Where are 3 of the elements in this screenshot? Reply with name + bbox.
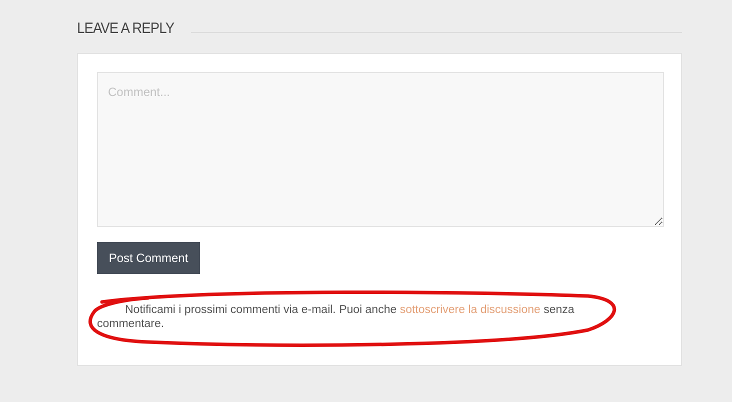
subscription-notice: Notificami i prossimi commenti via e-mail. Puoi anche sottoscrivere la discussione senza commentare. — [97, 303, 576, 331]
section-heading: LEAVE A REPLY — [77, 20, 174, 37]
post-comment-button[interactable]: Post Comment — [97, 242, 200, 274]
